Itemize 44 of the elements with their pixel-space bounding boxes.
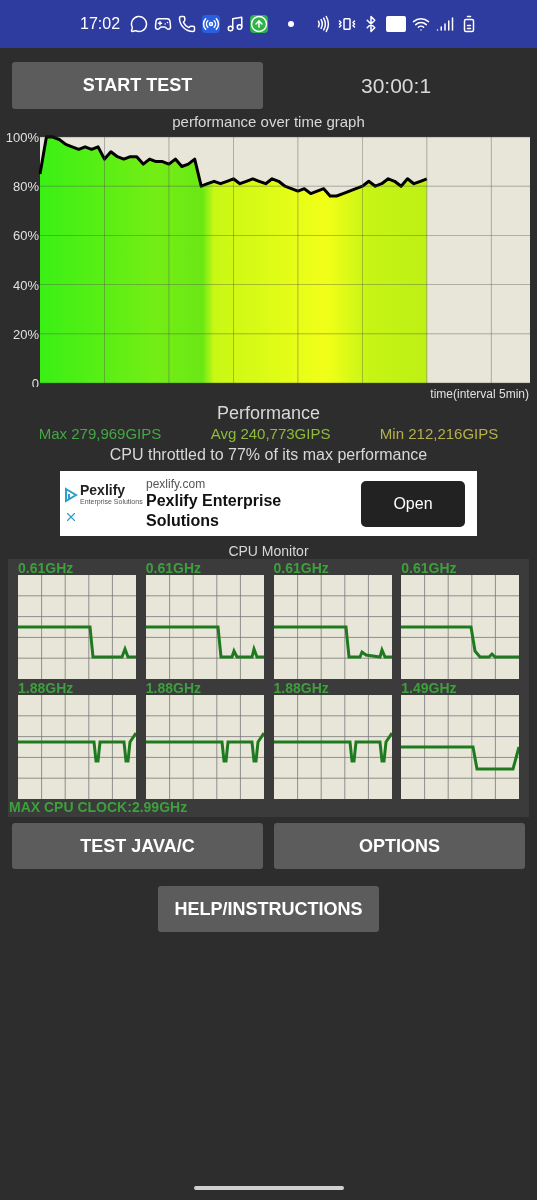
game-controller-icon	[154, 15, 173, 33]
ad-logo-name: Pexlify	[80, 483, 127, 498]
options-button[interactable]: OPTIONS	[274, 823, 525, 869]
signal-icon	[436, 15, 455, 33]
test-java-button[interactable]: TEST JAVA/C	[12, 823, 263, 869]
y-tick-label: 80%	[12, 179, 39, 195]
min-performance: Min 212,216GIPS	[379, 425, 499, 443]
broadcast-icon	[202, 15, 221, 33]
upload-icon	[250, 15, 269, 33]
core-frequency: 1.88GHz	[273, 681, 330, 695]
wifi-icon	[412, 15, 431, 33]
performance-title: Performance	[215, 403, 321, 423]
close-icon[interactable]	[64, 510, 78, 524]
timer: 30:00:1	[361, 72, 432, 99]
vibrate-icon	[338, 15, 357, 33]
phone-icon	[178, 15, 197, 33]
open-button[interactable]: Open	[361, 480, 465, 527]
ad-headline: Pexlify Enterprise Solutions	[146, 491, 283, 531]
max-performance: Max 279,969GIPS	[38, 425, 162, 443]
cpu-monitor-title: CPU Monitor	[227, 543, 310, 559]
core-frequency: 1.49GHz	[401, 681, 458, 695]
x-axis-label: time(interval 5min)	[430, 387, 529, 401]
y-tick-label: 40%	[12, 277, 39, 293]
logo-icon	[64, 486, 78, 503]
y-tick-label: 20%	[12, 326, 39, 342]
clock-time: 17:02	[80, 14, 121, 34]
start-test-button[interactable]: START TEST	[12, 62, 263, 109]
core-frequency: 0.61GHz	[18, 561, 75, 575]
y-tick-label: 100%	[5, 131, 39, 145]
help-instructions-button[interactable]: HELP/INSTRUCTIONS	[158, 886, 379, 932]
chart-title: performance over time graph	[171, 113, 366, 131]
core-frequency: 0.61GHz	[401, 561, 458, 575]
core-frequency: 1.88GHz	[18, 681, 75, 695]
throttle-note: CPU throttled to 77% of its max performance	[108, 445, 429, 465]
average-performance: Avg 240,773GIPS	[210, 425, 331, 443]
y-tick-label: 60%	[12, 228, 39, 244]
core-frequency: 1.88GHz	[145, 681, 202, 695]
core-frequency: 0.61GHz	[145, 561, 202, 575]
max-cpu-clock: MAX CPU CLOCK:2.99GHz	[8, 799, 189, 815]
gesture-handle[interactable]	[193, 1186, 344, 1190]
ad-domain: pexlify.com	[146, 476, 207, 491]
chat-bubble-icon	[130, 15, 149, 33]
music-note-icon	[226, 15, 245, 33]
core-frequency: 0.61GHz	[273, 561, 330, 575]
